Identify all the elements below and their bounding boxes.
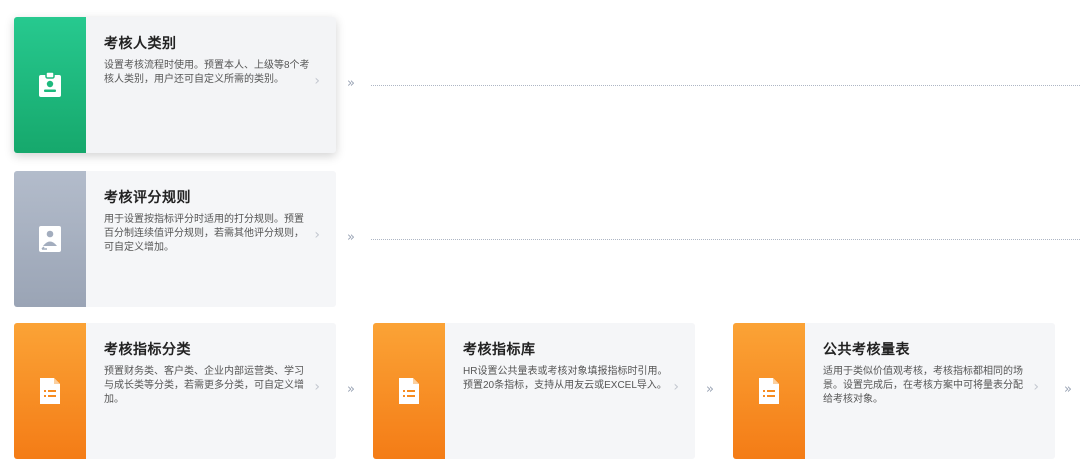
double-chevron-icon: » (347, 230, 355, 245)
double-chevron-icon: » (1064, 382, 1072, 397)
double-chevron-icon: » (347, 76, 355, 91)
chevron-right-icon[interactable]: › (673, 379, 679, 395)
card-indicator-library[interactable]: 考核指标库 HR设置公共量表或考核对象填报指标时引用。预置20条指标，支持从用友… (373, 323, 695, 459)
card-description: HR设置公共量表或考核对象填报指标时引用。预置20条指标，支持从用友云或EXCE… (463, 366, 668, 391)
card-indicator-category[interactable]: 考核指标分类 预置财务类、客户类、企业内部运营类、学习与成长类等分类，若需更多分… (14, 323, 336, 459)
card-body: 考核指标分类 预置财务类、客户类、企业内部运营类、学习与成长类等分类，若需更多分… (86, 323, 336, 459)
chevron-right-icon[interactable]: › (314, 73, 320, 89)
chevron-right-icon[interactable]: › (314, 379, 320, 395)
badge-icon (39, 71, 61, 97)
card-icon-block (373, 323, 445, 459)
user-rule-icon (39, 226, 61, 252)
connector-line (371, 85, 1080, 86)
card-description: 设置考核流程时使用。预置本人、上级等8个考核人类别，用户还可自定义所需的类别。 (104, 60, 310, 85)
card-scoring-rule[interactable]: 考核评分规则 用于设置按指标评分时适用的打分规则。预置百分制连续值评分规则，若需… (14, 171, 336, 307)
card-icon-block (14, 323, 86, 459)
double-chevron-icon: » (706, 382, 714, 397)
card-icon-block (14, 171, 86, 307)
card-body: 考核评分规则 用于设置按指标评分时适用的打分规则。预置百分制连续值评分规则，若需… (86, 171, 336, 307)
connector-line (371, 239, 1080, 240)
card-description: 预置财务类、客户类、企业内部运营类、学习与成长类等分类，若需更多分类，可自定义增… (104, 366, 304, 405)
card-evaluator-category[interactable]: 考核人类别 设置考核流程时使用。预置本人、上级等8个考核人类别，用户还可自定义所… (14, 17, 336, 153)
card-title: 考核人类别 (104, 35, 177, 51)
card-title: 考核指标库 (463, 341, 536, 357)
card-description: 用于设置按指标评分时适用的打分规则。预置百分制连续值评分规则，若需其他评分规则，… (104, 214, 304, 253)
card-body: 考核人类别 设置考核流程时使用。预置本人、上级等8个考核人类别，用户还可自定义所… (86, 17, 336, 153)
card-title: 公共考核量表 (823, 341, 910, 357)
double-chevron-icon: » (347, 382, 355, 397)
card-body: 公共考核量表 适用于类似价值观考核，考核指标都相同的场景。设置完成后，在考核方案… (805, 323, 1055, 459)
card-icon-block (14, 17, 86, 153)
card-title: 考核指标分类 (104, 341, 191, 357)
chevron-right-icon[interactable]: › (314, 227, 320, 243)
card-description: 适用于类似价值观考核，考核指标都相同的场景。设置完成后，在考核方案中可将量表分配… (823, 366, 1023, 405)
card-body: 考核指标库 HR设置公共量表或考核对象填报指标时引用。预置20条指标，支持从用友… (445, 323, 695, 459)
document-list-icon (759, 378, 779, 404)
card-title: 考核评分规则 (104, 189, 191, 205)
document-list-icon (40, 378, 60, 404)
chevron-right-icon[interactable]: › (1033, 379, 1039, 395)
card-icon-block (733, 323, 805, 459)
document-list-icon (399, 378, 419, 404)
card-public-scale[interactable]: 公共考核量表 适用于类似价值观考核，考核指标都相同的场景。设置完成后，在考核方案… (733, 323, 1055, 459)
